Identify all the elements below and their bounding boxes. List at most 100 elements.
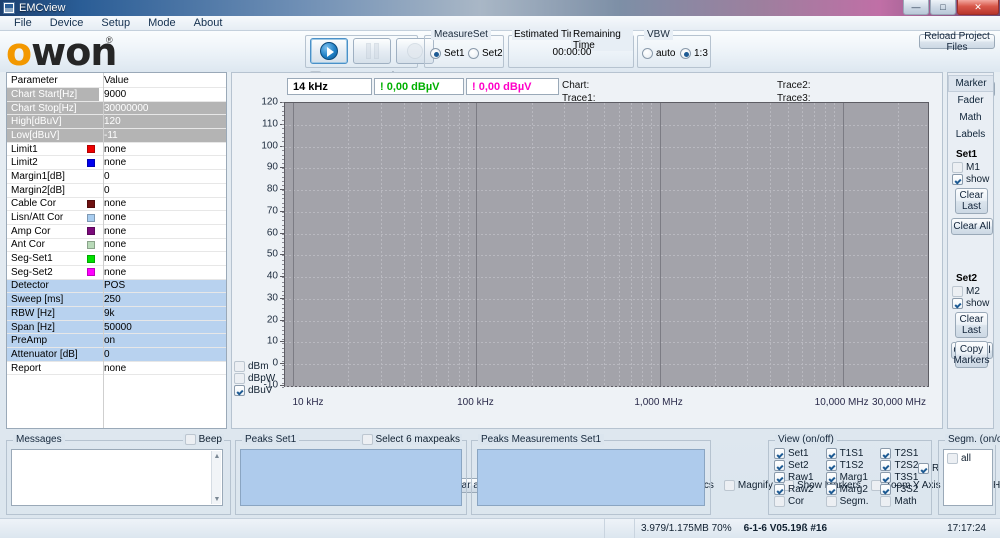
chart-option-magnify[interactable]: Magnify [724, 480, 773, 491]
window-title: EMCview [19, 2, 65, 14]
close-button[interactable]: ✕ [957, 0, 999, 15]
segm-all-checkbox[interactable]: all [947, 453, 971, 464]
view-check-math[interactable]: Math [880, 496, 918, 507]
parameter-name: PreAmp [7, 335, 99, 346]
checkbox-label: Cor [788, 496, 804, 507]
parameter-value: 0 [99, 349, 226, 360]
clear-last-button-set2[interactable]: Clear Last [955, 312, 988, 338]
rail-show-checkbox-set1[interactable]: show [952, 174, 995, 185]
parameter-row[interactable]: Limit2none [7, 156, 226, 170]
parameter-row[interactable]: Seg-Set1none [7, 252, 226, 266]
measureset-group: MeasureSet Set1 Set2 [424, 35, 504, 68]
y-minor-tick [282, 299, 284, 300]
menu-mode[interactable]: Mode [139, 16, 185, 31]
parameter-row[interactable]: PreAmpon [7, 334, 226, 348]
parameter-table[interactable]: Parameter Value Chart Start[Hz]9000Chart… [6, 72, 227, 429]
view-column: Set1Set2Raw1Raw2Cor [774, 448, 814, 507]
view-check-marg1[interactable]: Marg1 [826, 472, 869, 483]
view-check-cor[interactable]: Cor [774, 496, 814, 507]
y-minor-tick [282, 238, 284, 239]
minimize-button[interactable]: — [903, 0, 929, 15]
rail-m1-checkbox[interactable]: M1 [952, 162, 995, 173]
y-minor-tick [282, 383, 284, 384]
messages-scrollbar[interactable]: ▲ ▼ [211, 451, 221, 504]
vbw-auto-radio[interactable]: auto [642, 48, 675, 59]
menu-file[interactable]: File [5, 16, 41, 31]
view-check-set2[interactable]: Set2 [774, 460, 814, 471]
view-check-set1[interactable]: Set1 [774, 448, 814, 459]
vbw-1to3-radio[interactable]: 1:3 [680, 48, 708, 59]
parameter-row[interactable]: Attenuator [dB]0 [7, 348, 226, 362]
y-minor-tick [282, 321, 284, 322]
checkbox-box [952, 286, 963, 297]
beep-box [185, 434, 196, 445]
reload-project-files-button[interactable]: Reload Project Files [919, 34, 995, 49]
view-check-columns: Set1Set2Raw1Raw2Cor T1S1T1S2Marg1Marg2Seg… [774, 448, 918, 507]
grid-line [660, 103, 661, 386]
maximize-button[interactable]: □ [930, 0, 956, 15]
parameter-row[interactable]: Low[dBuV]-11 [7, 129, 226, 143]
parameter-row[interactable]: Chart Stop[Hz]30000000 [7, 102, 226, 116]
peaks-measurements-list[interactable] [477, 449, 705, 506]
view-check-marg2[interactable]: Marg2 [826, 484, 869, 495]
copy-markers-button[interactable]: Copy Markers [955, 341, 988, 368]
parameter-row[interactable]: Reportnone [7, 362, 226, 376]
parameter-row[interactable]: Lisn/Att Cornone [7, 211, 226, 225]
unit-checkbox-dbuv[interactable]: dBuV [234, 385, 275, 396]
messages-textarea[interactable]: ▲ ▼ [11, 449, 223, 506]
rail-tab-math[interactable]: Math [948, 109, 993, 126]
menu-about[interactable]: About [185, 16, 232, 31]
parameter-row[interactable]: Seg-Set2none [7, 266, 226, 280]
measureset-set2-radio[interactable]: Set2 [468, 48, 503, 59]
rail-tab-fader[interactable]: Fader [948, 92, 993, 109]
select-maxpeaks-checkbox[interactable]: Select 6 maxpeaks [360, 434, 463, 445]
peaks-set1-list[interactable] [240, 449, 462, 506]
rail-show-checkbox-set2[interactable]: show [952, 298, 995, 309]
view-check-t1s1[interactable]: T1S1 [826, 448, 869, 459]
rail-m2-checkbox[interactable]: M2 [952, 286, 995, 297]
chart-label: Chart: [562, 80, 589, 91]
parameter-row[interactable]: Margin2[dB]0 [7, 184, 226, 198]
view-check-t2s2[interactable]: T2S2 [880, 460, 918, 471]
view-check-raw1[interactable]: Raw1 [774, 472, 814, 483]
scroll-down-icon[interactable]: ▼ [212, 494, 222, 504]
unit-checkbox-dbm[interactable]: dBm [234, 361, 275, 372]
measureset-set1-radio[interactable]: Set1 [430, 48, 465, 59]
view-check-raw2[interactable]: Raw2 [774, 484, 814, 495]
parameter-row[interactable]: DetectorPOS [7, 280, 226, 294]
parameter-row[interactable]: High[dBuV]120 [7, 115, 226, 129]
view-check-segm[interactable]: Segm. [826, 496, 869, 507]
parameter-name: Low[dBuV] [7, 130, 99, 141]
view-check-t2s1[interactable]: T2S1 [880, 448, 918, 459]
parameter-row[interactable]: Span [Hz]50000 [7, 321, 226, 335]
clear-all-button-set1[interactable]: Clear All [951, 218, 993, 235]
parameter-row[interactable]: Amp Cornone [7, 225, 226, 239]
pause-button[interactable] [353, 38, 391, 64]
menu-device[interactable]: Device [41, 16, 93, 31]
clear-last-button-set1[interactable]: Clear Last [955, 188, 988, 214]
menu-setup[interactable]: Setup [92, 16, 139, 31]
view-check-t3s1[interactable]: T3S1 [880, 472, 918, 483]
view-check-t3s2[interactable]: T3S2 [880, 484, 918, 495]
parameter-row[interactable]: Chart Start[Hz]9000 [7, 88, 226, 102]
parameter-value: none [99, 226, 226, 237]
checkbox-box [774, 448, 785, 459]
parameter-row[interactable]: RBW [Hz]9k [7, 307, 226, 321]
unit-checkbox-dbpw[interactable]: dBpW [234, 373, 275, 384]
plot-area[interactable] [284, 102, 929, 387]
parameter-row[interactable]: Cable Cornone [7, 198, 226, 212]
view-check-t1s2[interactable]: T1S2 [826, 460, 869, 471]
parameter-row[interactable]: Limit1none [7, 143, 226, 157]
rail-tabs: MarkerFaderMathLabels [948, 73, 993, 143]
beep-checkbox[interactable]: Beep [183, 434, 224, 445]
parameter-row[interactable]: Sweep [ms]250 [7, 293, 226, 307]
segm-list[interactable]: all [943, 449, 993, 506]
parameter-row[interactable]: Margin1[dB]0 [7, 170, 226, 184]
play-button[interactable] [310, 38, 348, 64]
rail-tab-labels[interactable]: Labels [948, 126, 993, 143]
grid-line [404, 103, 405, 386]
rail-tab-marker[interactable]: Marker [948, 75, 993, 92]
scroll-up-icon[interactable]: ▲ [212, 451, 222, 461]
grid-line [421, 103, 422, 386]
parameter-row[interactable]: Ant Cornone [7, 239, 226, 253]
